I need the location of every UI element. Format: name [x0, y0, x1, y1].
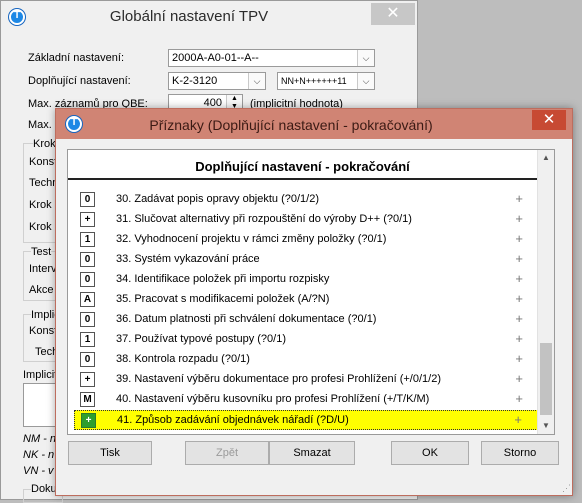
plus-icon: +: [515, 231, 523, 246]
close-icon[interactable]: ✕: [532, 110, 566, 130]
flag-value-box[interactable]: 0: [80, 252, 95, 267]
flag-label: 32. Vyhodnocení projektu v rámci změny p…: [116, 233, 387, 245]
scroll-up-icon[interactable]: ▲: [538, 151, 554, 165]
ok-button[interactable]: OK: [391, 441, 469, 465]
konst-label: Konst: [29, 156, 58, 168]
flag-label: 41. Způsob zadávání objednávek nářadí (?…: [117, 414, 349, 426]
flag-value-box[interactable]: A: [80, 292, 95, 307]
supp-flags-value: NN+N++++++11: [281, 76, 347, 86]
nm-legend: NM - n: [23, 433, 56, 445]
nk-legend: NK - n: [23, 449, 55, 461]
flags-dialog-titlebar: T Příznaky (Doplňující nastavení - pokra…: [56, 109, 572, 139]
plus-icon: +: [515, 251, 523, 266]
plus-icon: +: [515, 271, 523, 286]
supp-flags-combo[interactable]: NN+N++++++11 ⌵: [277, 72, 375, 90]
chevron-down-icon[interactable]: ⌵: [248, 73, 265, 89]
doku-group-label: Doku: [31, 483, 57, 495]
flag-label: 38. Kontrola rozpadu (?0/1): [116, 353, 250, 365]
list-item[interactable]: 0 33. Systém vykazování práce +: [74, 250, 538, 270]
flag-label: 35. Pracovat s modifikacemi položek (A/?…: [116, 293, 330, 305]
flag-value-box[interactable]: 0: [80, 312, 95, 327]
test-group-label: Test: [31, 246, 52, 258]
supp-settings-label: Doplňující nastavení:: [28, 75, 131, 87]
flag-value-box[interactable]: 0: [80, 272, 95, 287]
list-item[interactable]: 1 37. Používat typové postupy (?0/1) +: [74, 330, 538, 350]
list-item[interactable]: + 31. Slučovat alternativy při rozpouště…: [74, 210, 538, 230]
flag-label: 37. Používat typové postupy (?0/1): [116, 333, 286, 345]
flag-value-box[interactable]: 0: [80, 192, 95, 207]
global-settings-title: Globální nastavení TPV: [109, 8, 269, 25]
flags-list-header: Doplňující nastavení - pokračování: [68, 150, 537, 180]
flag-value-box[interactable]: +: [81, 413, 96, 428]
plus-icon: +: [515, 331, 523, 346]
back-button[interactable]: Zpět: [185, 441, 269, 465]
supp-settings-combo[interactable]: K-2-3120 ⌵: [168, 72, 266, 90]
interv-label: Interv: [29, 263, 57, 275]
flag-label: 33. Systém vykazování práce: [116, 253, 260, 265]
list-item[interactable]: + 39. Nastavení výběru dokumentace pro p…: [74, 370, 538, 390]
plus-icon: +: [515, 311, 523, 326]
print-button[interactable]: Tisk: [68, 441, 152, 465]
implicitni-textarea[interactable]: [23, 383, 59, 427]
flag-value-box[interactable]: +: [80, 212, 95, 227]
flag-value-box[interactable]: 0: [80, 352, 95, 367]
flag-value-box[interactable]: 1: [80, 232, 95, 247]
flag-value-box[interactable]: M: [80, 392, 95, 407]
list-item[interactable]: A 35. Pracovat s modifikacemi položek (A…: [74, 290, 538, 310]
resize-grip-icon[interactable]: ⋰: [562, 483, 571, 494]
flag-label: 39. Nastavení výběru dokumentace pro pro…: [116, 373, 441, 385]
flags-dialog-title: Příznaky (Doplňující nastavení - pokračo…: [149, 117, 433, 133]
chevron-down-icon[interactable]: ⌵: [357, 50, 374, 66]
vn-legend: VN - v: [23, 465, 54, 477]
list-item[interactable]: 0 34. Identifikace položek při importu r…: [74, 270, 538, 290]
plus-icon: +: [515, 391, 523, 406]
konst2-label: Konst: [29, 325, 58, 337]
plus-icon: +: [515, 371, 523, 386]
plus-icon: +: [515, 211, 523, 226]
flag-label: 36. Datum platnosti při schválení dokume…: [116, 313, 377, 325]
flag-value-box[interactable]: 1: [80, 332, 95, 347]
scroll-down-icon[interactable]: ▼: [538, 419, 554, 433]
basic-settings-value: 2000A-A0-01--A--: [172, 52, 259, 64]
list-item[interactable]: M 40. Nastavení výběru kusovníku pro pro…: [74, 390, 538, 410]
krok-group-label: Krok: [33, 138, 56, 150]
flag-label: 40. Nastavení výběru kusovníku pro profe…: [116, 393, 430, 405]
delete-button[interactable]: Smazat: [269, 441, 355, 465]
flags-dialog: T Příznaky (Doplňující nastavení - pokra…: [55, 108, 573, 496]
chevron-down-icon[interactable]: ⌵: [357, 73, 374, 89]
cancel-button[interactable]: Storno: [481, 441, 559, 465]
list-item[interactable]: 0 30. Zadávat popis opravy objektu (?0/1…: [74, 190, 538, 210]
basic-settings-combo[interactable]: 2000A-A0-01--A-- ⌵: [168, 49, 375, 67]
flag-label: 34. Identifikace položek při importu roz…: [116, 273, 330, 285]
close-icon[interactable]: ✕: [371, 3, 415, 25]
plus-icon: +: [515, 351, 523, 366]
plus-icon: +: [515, 291, 523, 306]
list-item[interactable]: 0 38. Kontrola rozpadu (?0/1) +: [74, 350, 538, 370]
list-scrollbar[interactable]: ▲ ▼: [537, 150, 554, 434]
scrollbar-thumb[interactable]: [540, 343, 552, 415]
flags-list: Doplňující nastavení - pokračování 0 30.…: [67, 149, 555, 435]
list-item-selected[interactable]: + 41. Způsob zadávání objednávek nářadí …: [74, 410, 538, 430]
plus-icon: +: [515, 191, 523, 206]
flag-label: 30. Zadávat popis opravy objektu (?0/1/2…: [116, 193, 320, 205]
list-item[interactable]: 0 36. Datum platnosti při schválení doku…: [74, 310, 538, 330]
flag-value-box[interactable]: +: [80, 372, 95, 387]
basic-settings-label: Základní nastavení:: [28, 52, 125, 64]
flag-label: 31. Slučovat alternativy při rozpouštění…: [116, 213, 412, 225]
plus-icon: +: [514, 412, 522, 427]
list-item[interactable]: 1 32. Vyhodnocení projektu v rámci změny…: [74, 230, 538, 250]
global-settings-titlebar: T Globální nastavení TPV ✕: [1, 1, 417, 33]
techn-label: Techn: [29, 177, 59, 189]
akce-label: Akce: [29, 284, 54, 296]
supp-settings-value: K-2-3120: [172, 75, 218, 87]
